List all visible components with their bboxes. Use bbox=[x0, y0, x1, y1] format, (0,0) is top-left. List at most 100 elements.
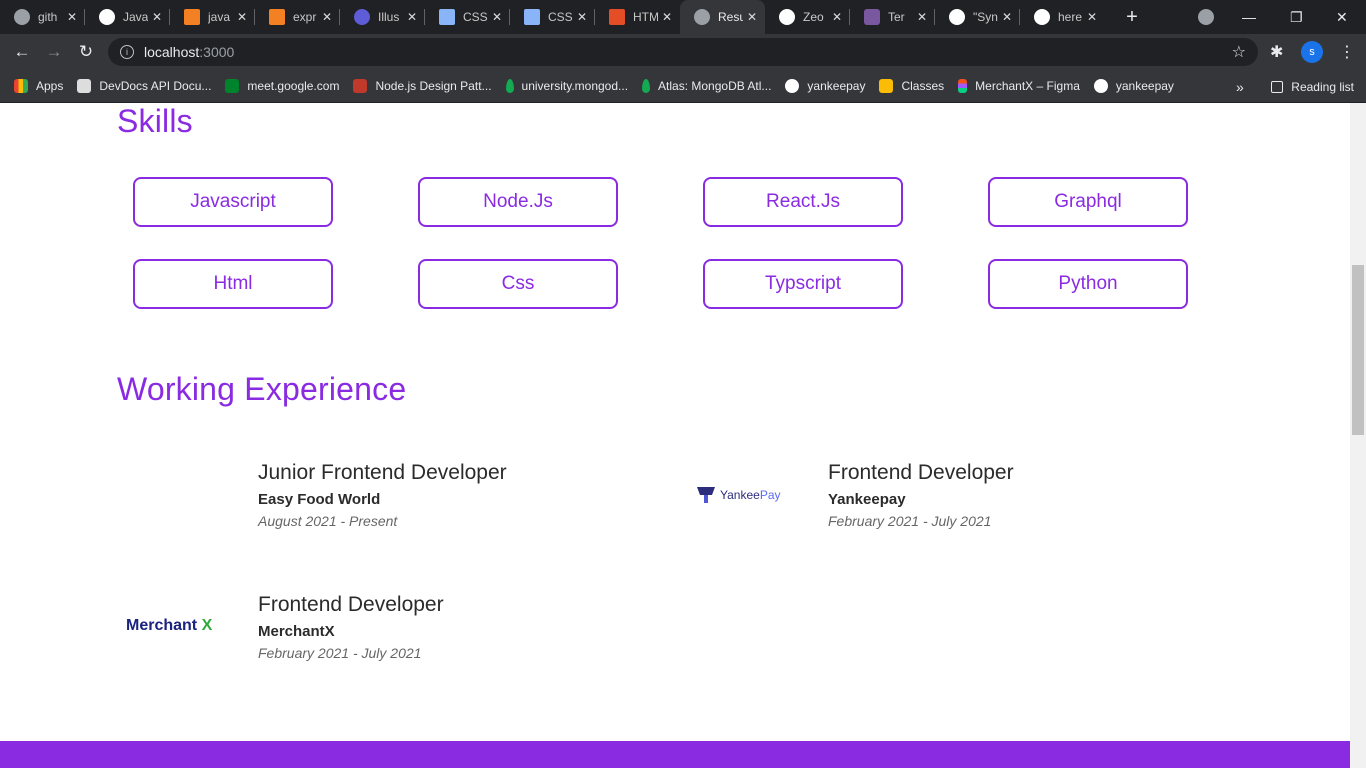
tab-title: Java bbox=[123, 10, 148, 24]
minimize-button[interactable]: — bbox=[1242, 0, 1256, 34]
skill-chip: Typscript bbox=[703, 259, 903, 309]
experience-item: Frontend Developer Yankeepay February 20… bbox=[828, 461, 1014, 529]
devdocs-icon bbox=[77, 79, 92, 93]
job-dates: February 2021 - July 2021 bbox=[258, 645, 422, 661]
bookmark-star-icon[interactable]: ☆ bbox=[1232, 42, 1246, 62]
book-icon bbox=[353, 79, 368, 93]
browser-tab[interactable]: java ✕ bbox=[170, 0, 255, 34]
experience-heading: Working Experience bbox=[117, 371, 407, 407]
browser-tab[interactable]: Ter ✕ bbox=[850, 0, 935, 34]
bookmark-yankeepay-2[interactable]: yankeepay bbox=[1093, 79, 1174, 93]
close-icon[interactable]: ✕ bbox=[577, 10, 587, 24]
tab-title: gith bbox=[38, 10, 58, 24]
tab-title: Ter bbox=[888, 10, 905, 24]
job-role: Frontend Developer bbox=[258, 593, 444, 616]
skill-chip: Html bbox=[133, 259, 333, 309]
close-icon[interactable]: ✕ bbox=[917, 10, 927, 24]
restore-button[interactable]: ❐ bbox=[1290, 0, 1303, 34]
browser-tab[interactable]: expr ✕ bbox=[255, 0, 340, 34]
job-role: Frontend Developer bbox=[828, 461, 1014, 484]
job-dates: February 2021 - July 2021 bbox=[828, 513, 992, 529]
bookmark-mongodb-university[interactable]: university.mongod... bbox=[505, 79, 628, 93]
stackoverflow-icon bbox=[184, 9, 200, 25]
skill-chip: Css bbox=[418, 259, 618, 309]
github-icon bbox=[949, 9, 965, 25]
close-icon[interactable]: ✕ bbox=[322, 10, 332, 24]
globe-icon bbox=[14, 9, 30, 25]
reload-button[interactable]: ↻ bbox=[70, 36, 102, 68]
bookmark-yankeepay[interactable]: yankeepay bbox=[785, 79, 865, 93]
tab-title: HTM bbox=[633, 10, 658, 24]
bookmark-atlas[interactable]: Atlas: MongoDB Atl... bbox=[642, 79, 771, 93]
job-role: Junior Frontend Developer bbox=[258, 461, 507, 484]
forward-button[interactable]: → bbox=[38, 36, 70, 68]
address-bar[interactable]: i localhost:3000 ☆ bbox=[108, 38, 1258, 66]
github-icon bbox=[779, 9, 795, 25]
reading-list-button[interactable]: Reading list bbox=[1271, 70, 1354, 103]
menu-icon[interactable]: ⋮ bbox=[1339, 34, 1355, 70]
yankeepay-logo-icon bbox=[697, 487, 715, 503]
browser-tab[interactable]: Zeo ✕ bbox=[765, 0, 850, 34]
tab-title: expr bbox=[293, 10, 317, 24]
browser-tab[interactable]: CSS ✕ bbox=[425, 0, 510, 34]
browser-tab-active[interactable]: Resu ✕ bbox=[680, 0, 765, 34]
browser-tab[interactable]: Illus ✕ bbox=[340, 0, 425, 34]
skill-chip: Python bbox=[988, 259, 1188, 309]
apps-grid-icon bbox=[14, 79, 28, 93]
extensions-icon[interactable]: ✱ bbox=[1270, 34, 1283, 70]
bookmark-devdocs[interactable]: DevDocs API Docu... bbox=[77, 79, 211, 93]
doc-icon bbox=[439, 9, 455, 25]
close-icon[interactable]: ✕ bbox=[67, 10, 77, 24]
tab-title: Resu bbox=[718, 10, 743, 24]
tab-search-button[interactable] bbox=[1198, 0, 1214, 34]
scrollbar-thumb[interactable] bbox=[1352, 265, 1364, 435]
bookmarks-bar: Apps DevDocs API Docu... meet.google.com… bbox=[0, 70, 1366, 103]
job-dates: August 2021 - Present bbox=[258, 513, 398, 529]
browser-tab[interactable]: Java ✕ bbox=[85, 0, 170, 34]
close-icon[interactable]: ✕ bbox=[152, 10, 162, 24]
globe-icon bbox=[694, 9, 710, 25]
browser-tab[interactable]: "Syn ✕ bbox=[935, 0, 1020, 34]
close-icon[interactable]: ✕ bbox=[1087, 10, 1097, 24]
avatar: s bbox=[1301, 41, 1323, 63]
github-icon bbox=[99, 9, 115, 25]
doc-icon bbox=[524, 9, 540, 25]
profile-button[interactable]: s bbox=[1301, 34, 1323, 70]
bookmark-figma[interactable]: MerchantX – Figma bbox=[958, 79, 1080, 93]
browser-tab[interactable]: gith ✕ bbox=[0, 0, 85, 34]
close-icon[interactable]: ✕ bbox=[747, 10, 757, 24]
close-icon[interactable]: ✕ bbox=[832, 10, 842, 24]
close-icon[interactable]: ✕ bbox=[237, 10, 247, 24]
tab-title: here bbox=[1058, 10, 1083, 24]
browser-toolbar: ← → ↻ i localhost:3000 ☆ bbox=[0, 34, 1366, 70]
job-company: MerchantX bbox=[258, 623, 335, 640]
url-text: localhost:3000 bbox=[144, 44, 235, 60]
job-company: Easy Food World bbox=[258, 491, 381, 508]
new-tab-button[interactable]: + bbox=[1117, 6, 1147, 29]
browser-tab[interactable]: CSS ✕ bbox=[510, 0, 595, 34]
leaf-icon bbox=[642, 79, 651, 93]
close-window-button[interactable]: ✕ bbox=[1336, 0, 1348, 34]
tab-title: CSS bbox=[548, 10, 573, 24]
close-icon[interactable]: ✕ bbox=[1002, 10, 1012, 24]
bookmark-meet[interactable]: meet.google.com bbox=[225, 79, 339, 93]
back-button[interactable]: ← bbox=[6, 36, 38, 68]
info-icon[interactable]: i bbox=[120, 45, 134, 59]
globe-icon bbox=[1093, 79, 1108, 93]
tab-title: "Syn bbox=[973, 10, 998, 24]
bookmark-nodejs-patterns[interactable]: Node.js Design Patt... bbox=[353, 79, 492, 93]
close-icon[interactable]: ✕ bbox=[662, 10, 672, 24]
browser-tab[interactable]: here ✕ bbox=[1020, 0, 1105, 34]
bookmark-apps[interactable]: Apps bbox=[14, 79, 63, 93]
figma-icon bbox=[958, 79, 968, 93]
yankeepay-logo: Yankee Pay bbox=[696, 485, 781, 505]
bookmarks-overflow-button[interactable]: » bbox=[1236, 70, 1244, 103]
bookmark-classes[interactable]: Classes bbox=[879, 79, 944, 93]
page-scrollbar[interactable] bbox=[1350, 103, 1366, 768]
close-icon[interactable]: ✕ bbox=[492, 10, 502, 24]
close-icon[interactable]: ✕ bbox=[407, 10, 417, 24]
experience-item: Frontend Developer MerchantX February 20… bbox=[258, 593, 444, 661]
skill-chip: Graphql bbox=[988, 177, 1188, 227]
browser-tab[interactable]: HTM ✕ bbox=[595, 0, 680, 34]
tab-title: Illus bbox=[378, 10, 400, 24]
